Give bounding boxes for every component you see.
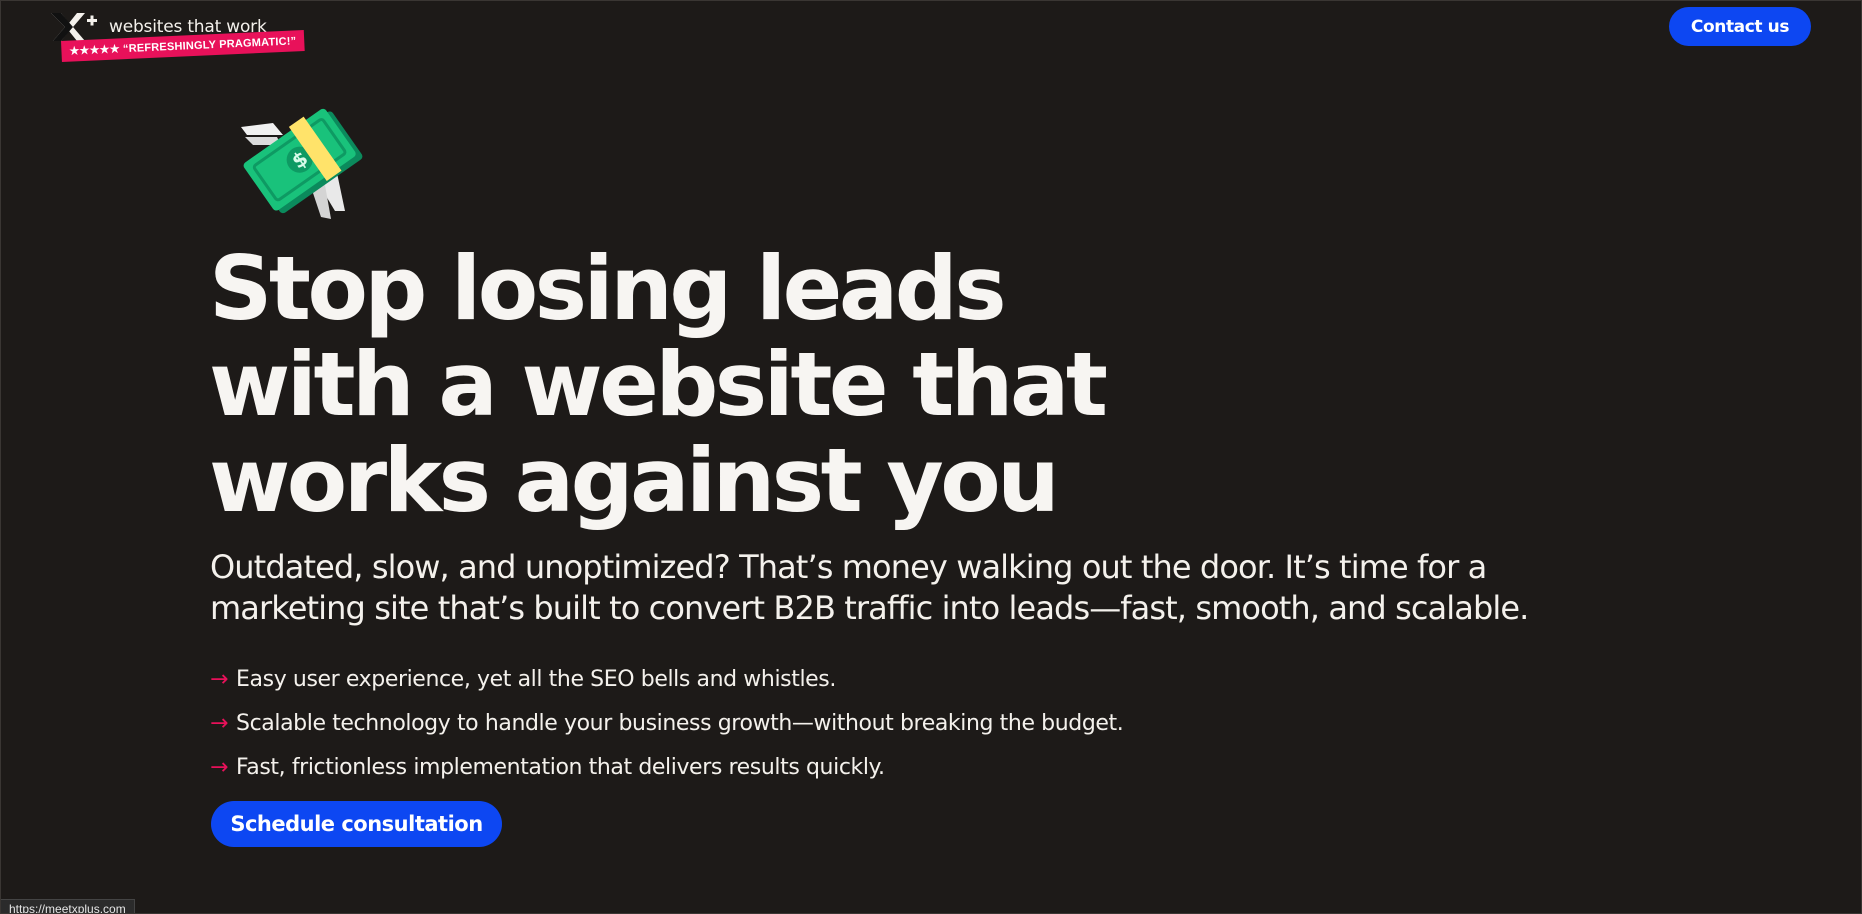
flying-money-icon: $ [233,101,373,235]
arrow-right-icon: → [210,754,229,780]
hero-subheadline: Outdated, slow, and unoptimized? That’s … [210,547,1670,629]
arrow-right-icon: → [210,710,229,736]
arrow-right-icon: → [210,666,229,692]
benefit-text: Fast, frictionless implementation that d… [236,754,885,780]
benefit-item: → Fast, frictionless implementation that… [210,745,1123,789]
benefit-text: Easy user experience, yet all the SEO be… [236,666,836,692]
benefit-item: → Scalable technology to handle your bus… [210,701,1124,745]
benefit-list: → Easy user experience, yet all the SEO … [210,657,1124,789]
xplus-logo-icon [51,13,97,41]
schedule-consultation-button[interactable]: Schedule consultation [211,801,502,847]
subheadline-line: Outdated, slow, and unoptimized? That’s … [210,548,1487,586]
benefit-text: Scalable technology to handle your busin… [236,710,1124,736]
contact-us-button[interactable]: Contact us [1669,7,1811,46]
benefit-item: → Easy user experience, yet all the SEO … [210,657,1123,701]
subheadline-line: marketing site that’s built to convert B… [210,589,1529,627]
hero-headline: Stop losing leads with a website that wo… [209,241,1309,529]
link-status-bar: https://meetxplus.com [1,899,135,913]
headline-line: works against you [209,429,1060,532]
headline-line: Stop losing leads [209,237,1007,340]
headline-line: with a website that [209,333,1108,436]
